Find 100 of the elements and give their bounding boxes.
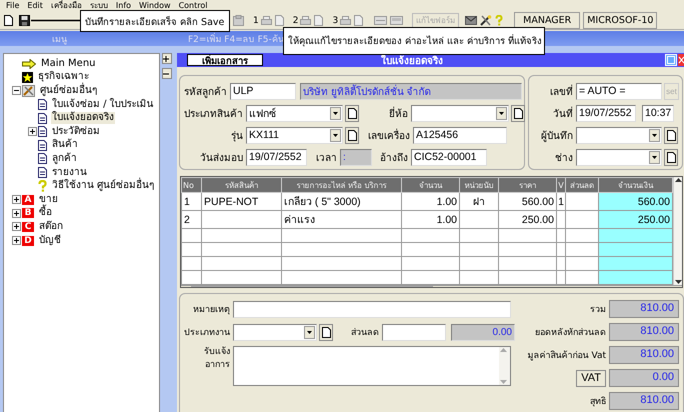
menu-item[interactable]: Window <box>136 0 176 12</box>
total-label: รวม <box>590 304 606 316</box>
new-entry-button[interactable] <box>511 104 525 122</box>
tree-item[interactable]: ซื้อ <box>38 207 53 220</box>
print-button[interactable] <box>260 16 272 26</box>
vat-button[interactable]: VAT <box>576 370 606 386</box>
tools-button[interactable] <box>480 15 492 26</box>
minus-icon <box>163 70 170 76</box>
tree-item[interactable]: รายงาน <box>51 166 88 179</box>
new-entry-button[interactable] <box>664 148 678 166</box>
expand-icon[interactable] <box>12 208 20 218</box>
date-field[interactable]: 19/07/2552 <box>576 104 636 122</box>
brand-dropdown[interactable] <box>411 104 509 122</box>
letter-badge: A <box>22 194 34 205</box>
add-document-button[interactable]: เพิ่มเอกสาร <box>187 54 263 66</box>
total-value-field: 0.00 <box>609 369 679 387</box>
new-entry-button[interactable] <box>319 324 333 340</box>
table-cell: 560.00 <box>598 192 672 210</box>
close-button[interactable] <box>678 54 684 66</box>
form-button[interactable] <box>390 16 404 25</box>
new-entry-button[interactable] <box>664 126 678 144</box>
paste-button[interactable] <box>233 15 244 26</box>
caret-icon <box>333 134 338 136</box>
tree-item[interactable]: ประวัติซ่อม <box>51 126 101 138</box>
new-entry-button[interactable] <box>345 126 359 144</box>
maximize-button[interactable] <box>665 54 677 66</box>
total-label: มูลค่าสินค้าก่อน Vat <box>528 350 606 362</box>
printer-icon <box>300 16 312 26</box>
technician-dropdown[interactable] <box>576 148 662 166</box>
field-label: รหัสลูกค้า <box>183 86 228 98</box>
menu-item[interactable]: เครื่องมือ <box>48 0 87 12</box>
tree-item[interactable]: ใบแจ้งซ่อม / ใบประเมิน <box>51 98 155 111</box>
toolbar-number: 1 <box>253 16 259 26</box>
preview-button[interactable] <box>314 15 324 26</box>
tree-item[interactable]: วิธีใช้งาน ศูนย์ซ่อมอื่นๆ <box>51 180 156 192</box>
scroll-up-icon[interactable] <box>674 177 682 183</box>
reference-field[interactable]: CIC52-00001 <box>411 148 487 166</box>
menu-panel-title: เมนู <box>52 34 68 46</box>
caret-icon <box>333 112 338 114</box>
print-button[interactable] <box>340 16 352 26</box>
expand-icon[interactable] <box>12 236 20 246</box>
print-button[interactable] <box>300 16 312 26</box>
tree-item[interactable]: สินค้า <box>51 139 79 152</box>
customer-code-field[interactable]: ULP <box>230 82 296 100</box>
computer-panel: MICROSOF-10 <box>583 12 658 29</box>
table-cell: 1.00 <box>402 192 460 210</box>
menu-item[interactable]: Control <box>176 0 212 12</box>
tools-icon <box>480 15 492 26</box>
tree-item[interactable]: ศูนย์ซ่อมอื่นๆ <box>39 84 98 97</box>
column-header: ส่วนลด <box>566 178 598 192</box>
expand-icon[interactable] <box>28 127 36 136</box>
recorder-dropdown[interactable] <box>576 126 662 144</box>
tree-item[interactable]: ใบแจ้งยอดจริง <box>51 112 115 124</box>
preview-button[interactable] <box>354 15 364 26</box>
collapse-all-button[interactable] <box>162 68 172 79</box>
model-dropdown[interactable]: KX111 <box>246 126 343 144</box>
window-title: ใบแจ้งยอดจริง <box>381 54 443 68</box>
tree-item[interactable]: สต๊อก <box>38 220 64 233</box>
printer-icon <box>260 16 272 26</box>
tree-item[interactable]: บัญชี <box>38 234 62 247</box>
preview-button[interactable] <box>274 15 284 26</box>
field-label: ช่าง <box>554 152 574 164</box>
discount-field[interactable] <box>382 324 446 340</box>
menu-item[interactable]: Edit <box>24 0 48 12</box>
customer-name-field: บริษัท ยูทิลิตี้โปรดักส์ชั่น จำกัด <box>300 82 522 100</box>
column-header: รายการอะไหล่ หรือ บริการ <box>282 178 402 192</box>
time-field[interactable]: 10:37 <box>642 104 674 122</box>
job-type-dropdown[interactable] <box>233 324 317 340</box>
expand-icon[interactable] <box>12 195 20 204</box>
table-cell: ค่าแรง <box>282 210 402 228</box>
field-label: รับแจ้ง อาการ <box>203 346 231 372</box>
new-entry-button[interactable] <box>345 104 359 122</box>
form-button[interactable] <box>374 16 388 25</box>
hotkeys-text: F2=เพิ่ม F4=ลบ F5-ค้น <box>188 32 284 46</box>
toolbar-number: 3 <box>332 16 338 26</box>
delivery-date-field[interactable]: 19/07/2552 <box>246 148 307 166</box>
table-cell: ฝา <box>460 192 498 210</box>
column-header: หน่วยนับ <box>460 178 498 192</box>
document-number-field[interactable]: = AUTO = <box>576 82 662 100</box>
serial-number-field[interactable]: A125456 <box>413 126 507 144</box>
total-value-field: 810.00 <box>609 346 679 364</box>
tree-item[interactable]: Main Menu <box>40 58 97 70</box>
remarks-field[interactable] <box>233 300 511 318</box>
save-button[interactable] <box>19 15 30 26</box>
mail-button[interactable] <box>465 16 478 25</box>
collapse-icon[interactable] <box>12 86 20 96</box>
expand-icon[interactable] <box>12 222 20 232</box>
new-document-button[interactable] <box>4 15 13 26</box>
tree-item[interactable]: ขาย <box>38 194 59 206</box>
tree-item[interactable]: ลูกค้า <box>51 152 78 165</box>
table-cell: 1 <box>556 192 566 210</box>
expand-all-button[interactable] <box>162 53 172 64</box>
product-type-dropdown[interactable]: แฟกซ์ <box>246 104 343 122</box>
menu-item[interactable]: Info <box>112 0 136 12</box>
caret-icon <box>652 156 657 158</box>
menu-item[interactable]: ระบบ <box>86 0 113 12</box>
menu-item[interactable]: File <box>3 0 24 12</box>
field-label: วันส่งมอบ <box>199 152 244 164</box>
letter-badge: D <box>22 236 34 246</box>
tree-item[interactable]: ธุรกิจเฉพาะ <box>37 71 90 84</box>
